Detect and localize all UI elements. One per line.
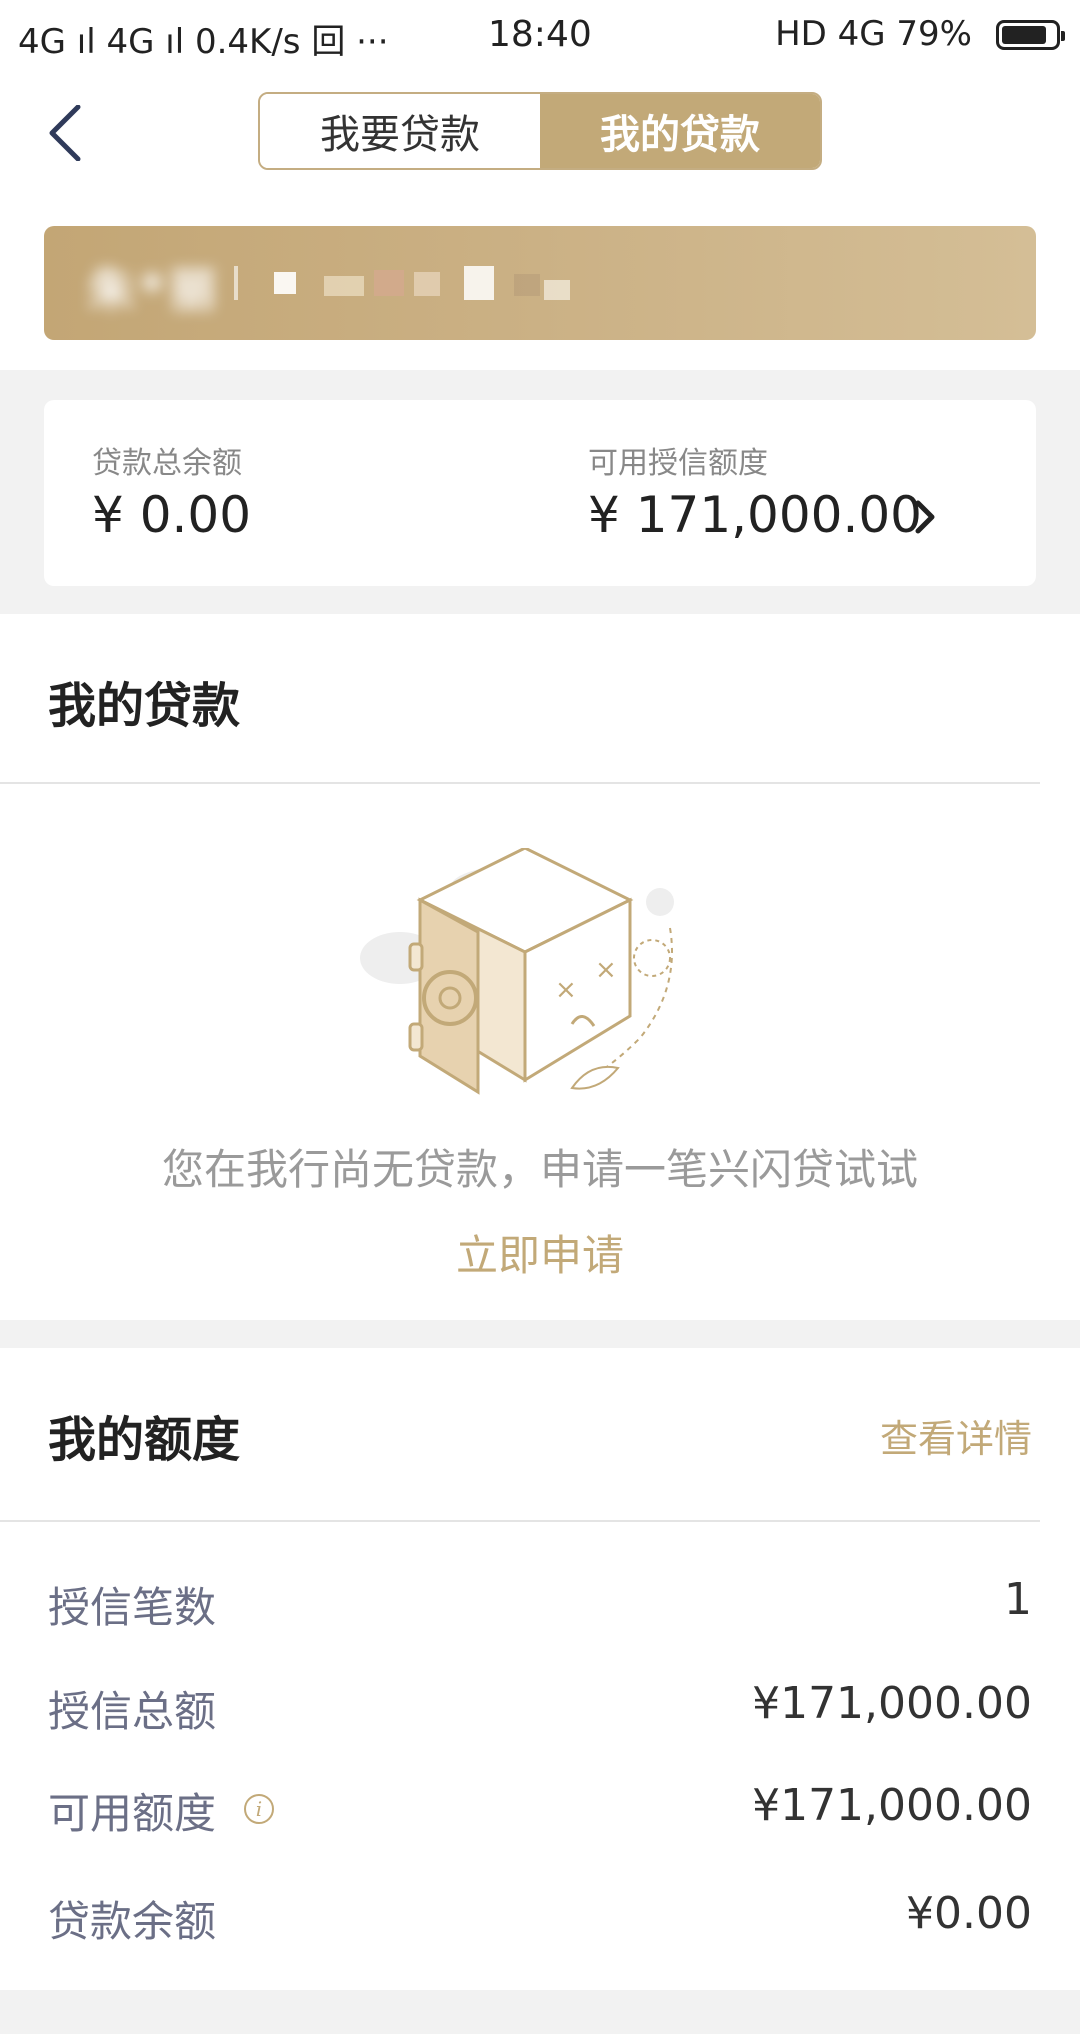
battery-icon <box>996 20 1065 50</box>
total-balance-label: 贷款总余额 <box>92 446 242 481</box>
user-banner: 朱*丽 <box>44 226 1036 340</box>
available-quota-value: ¥171,000.00 <box>752 1780 1032 1831</box>
credit-total-label: 授信总额 <box>48 1687 217 1736</box>
available-quota-label: 可用额度 <box>48 1789 217 1838</box>
summary-card: 贷款总余额 ¥ 0.00 可用授信额度 ¥ 171,000.00 <box>44 400 1036 586</box>
available-credit-value[interactable]: ¥ 171,000.00 <box>588 486 922 544</box>
my-quota-section: 我的额度 查看详情 授信笔数 1 授信总额 ¥171,000.00 可用额度 i… <box>0 1348 1080 1990</box>
user-name: 朱*丽 <box>88 263 223 317</box>
divider <box>0 782 1040 784</box>
my-loans-title: 我的贷款 <box>48 678 241 734</box>
credit-count-label: 授信笔数 <box>48 1583 217 1632</box>
banner-area: 朱*丽 <box>0 192 1080 370</box>
total-balance-value: ¥ 0.00 <box>92 486 252 544</box>
credit-count-value: 1 <box>1004 1574 1032 1625</box>
svg-text:×: × <box>555 975 577 1005</box>
back-button[interactable] <box>30 88 100 178</box>
my-loans-section: 我的贷款 × × 您在我行尚无贷款，申请一笔兴闪贷试试 立即申请 <box>0 614 1080 1320</box>
svg-text:×: × <box>595 955 617 985</box>
credit-total-value: ¥171,000.00 <box>752 1678 1032 1729</box>
status-bar: 4G ıl 4G ıl 0.4K/s 回 ··· 18:40 HD 4G 79% <box>0 0 1080 74</box>
my-quota-title: 我的额度 <box>48 1412 241 1468</box>
segmented-control: 我要贷款 我的贷款 <box>258 92 822 170</box>
apply-now-link[interactable]: 立即申请 <box>0 1222 1080 1283</box>
loan-balance-label: 贷款余额 <box>48 1897 217 1946</box>
back-arrow-icon <box>49 105 81 161</box>
status-time: 18:40 <box>488 14 592 55</box>
available-credit-label: 可用授信额度 <box>588 446 768 481</box>
empty-safe-icon: × × <box>360 848 674 1095</box>
tab-my-loans[interactable]: 我的贷款 <box>540 94 820 168</box>
view-details-link[interactable]: 查看详情 <box>880 1408 1032 1463</box>
status-left: 4G ıl 4G ıl 0.4K/s 回 ··· <box>18 22 389 62</box>
divider <box>0 1520 1040 1522</box>
loan-balance-value: ¥0.00 <box>906 1888 1032 1939</box>
status-right: HD 4G 79% <box>775 14 972 54</box>
blurred-info <box>234 266 654 300</box>
empty-state-text: 您在我行尚无贷款，申请一笔兴闪贷试试 <box>161 1145 918 1194</box>
info-icon[interactable]: i <box>244 1794 274 1824</box>
chevron-right-icon[interactable] <box>914 500 936 534</box>
header: 我要贷款 我的贷款 <box>0 74 1080 192</box>
tab-apply-loan[interactable]: 我要贷款 <box>260 94 540 168</box>
